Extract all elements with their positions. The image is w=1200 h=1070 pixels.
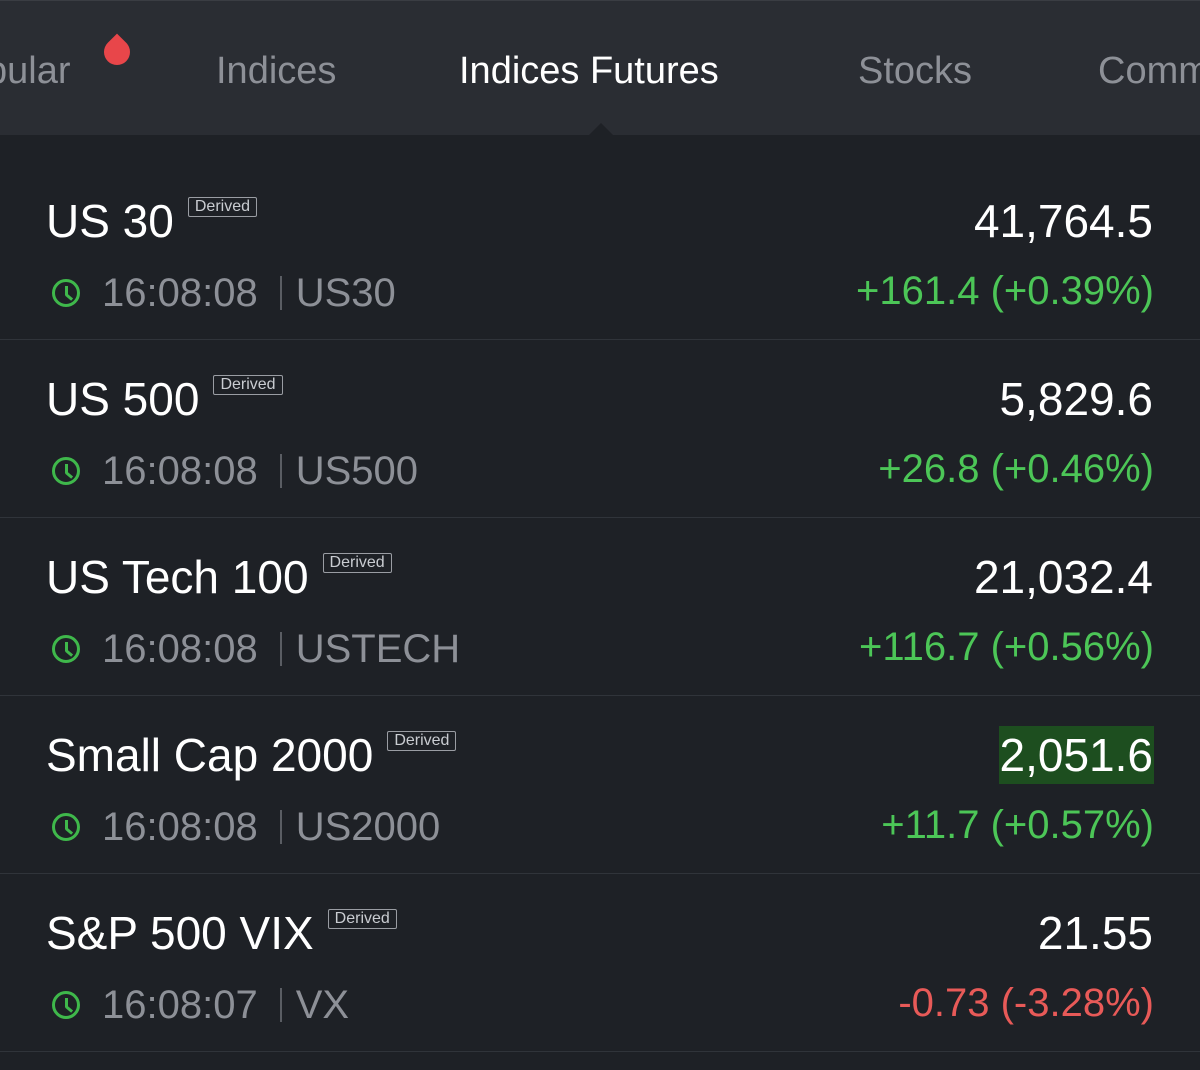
- meta-divider: [279, 276, 282, 310]
- instrument-name: Small Cap 2000: [46, 729, 374, 781]
- update-time: 16:08:08: [102, 627, 258, 671]
- instrument-row-us30[interactable]: US 30 Derived 16:08:08 US30 41,764.5 +16…: [0, 162, 1200, 340]
- tab-indices-futures[interactable]: Indices Futures: [459, 49, 719, 93]
- instrument-meta: 16:08:08 US30: [52, 270, 396, 316]
- tab-commodities[interactable]: Comm: [1098, 49, 1200, 93]
- derived-badge: Derived: [187, 197, 257, 217]
- clock-icon: [52, 279, 80, 307]
- instrument-price: 21.55: [1037, 907, 1153, 959]
- tab-indices[interactable]: Indices: [216, 49, 336, 93]
- derived-badge: Derived: [327, 909, 397, 929]
- tab-stocks[interactable]: Stocks: [858, 49, 972, 93]
- instrument-row-us500[interactable]: US 500 Derived 16:08:08 US500 5,829.6 +2…: [0, 340, 1200, 518]
- instrument-price: 5,829.6: [999, 373, 1153, 425]
- update-time: 16:08:07: [102, 983, 258, 1027]
- instrument-change: +116.7 (+0.56%): [858, 625, 1154, 669]
- instrument-title: Small Cap 2000 Derived: [46, 728, 457, 782]
- instrument-meta: 16:08:08 USTECH: [52, 626, 460, 672]
- instrument-change: -0.73 (-3.28%): [898, 981, 1154, 1025]
- meta-divider: [279, 632, 282, 666]
- instrument-meta: 16:08:08 US500: [52, 448, 418, 494]
- instrument-name: US 30: [46, 195, 174, 247]
- instrument-symbol: US30: [295, 271, 396, 315]
- category-tab-bar: pular Indices Indices Futures Stocks Com…: [0, 0, 1200, 135]
- hot-indicator-icon: [98, 33, 136, 71]
- instrument-name: S&P 500 VIX: [46, 907, 314, 959]
- instrument-list: US 30 Derived 16:08:08 US30 41,764.5 +16…: [0, 162, 1200, 1052]
- derived-badge: Derived: [213, 375, 283, 395]
- meta-divider: [279, 454, 282, 488]
- instrument-change: +26.8 (+0.46%): [878, 447, 1154, 491]
- instrument-price: 41,764.5: [973, 195, 1153, 247]
- instrument-row-ustech[interactable]: US Tech 100 Derived 16:08:08 USTECH 21,0…: [0, 518, 1200, 696]
- derived-badge: Derived: [322, 553, 392, 573]
- instrument-title: S&P 500 VIX Derived: [46, 906, 397, 960]
- meta-divider: [279, 810, 282, 844]
- instrument-symbol: VX: [295, 983, 350, 1027]
- instrument-name: US Tech 100: [46, 551, 309, 603]
- derived-badge: Derived: [387, 731, 457, 751]
- clock-icon: [52, 635, 80, 663]
- instrument-symbol: USTECH: [295, 627, 461, 671]
- active-tab-indicator: [588, 123, 614, 135]
- update-time: 16:08:08: [102, 271, 258, 315]
- instrument-name: US 500: [46, 373, 200, 425]
- app-window: pular Indices Indices Futures Stocks Com…: [0, 0, 1200, 1070]
- update-time: 16:08:08: [102, 449, 258, 493]
- clock-icon: [52, 813, 80, 841]
- meta-divider: [279, 988, 282, 1022]
- instrument-symbol: US2000: [295, 805, 441, 849]
- instrument-meta: 16:08:07 VX: [52, 982, 349, 1028]
- instrument-title: US 500 Derived: [46, 372, 283, 426]
- instrument-meta: 16:08:08 US2000: [52, 804, 440, 850]
- update-time: 16:08:08: [102, 805, 258, 849]
- instrument-title: US 30 Derived: [46, 194, 257, 248]
- instrument-price: 21,032.4: [973, 551, 1153, 603]
- tab-popular[interactable]: pular: [0, 49, 71, 93]
- instrument-change: +161.4 (+0.39%): [856, 269, 1154, 313]
- instrument-price: 2,051.6: [998, 726, 1154, 784]
- instrument-symbol: US500: [295, 449, 419, 493]
- instrument-title: US Tech 100 Derived: [46, 550, 392, 604]
- instrument-row-us2000[interactable]: Small Cap 2000 Derived 16:08:08 US2000 2…: [0, 696, 1200, 874]
- clock-icon: [52, 457, 80, 485]
- clock-icon: [52, 991, 80, 1019]
- instrument-row-vx[interactable]: S&P 500 VIX Derived 16:08:07 VX 21.55 -0…: [0, 874, 1200, 1052]
- instrument-change: +11.7 (+0.57%): [881, 803, 1154, 847]
